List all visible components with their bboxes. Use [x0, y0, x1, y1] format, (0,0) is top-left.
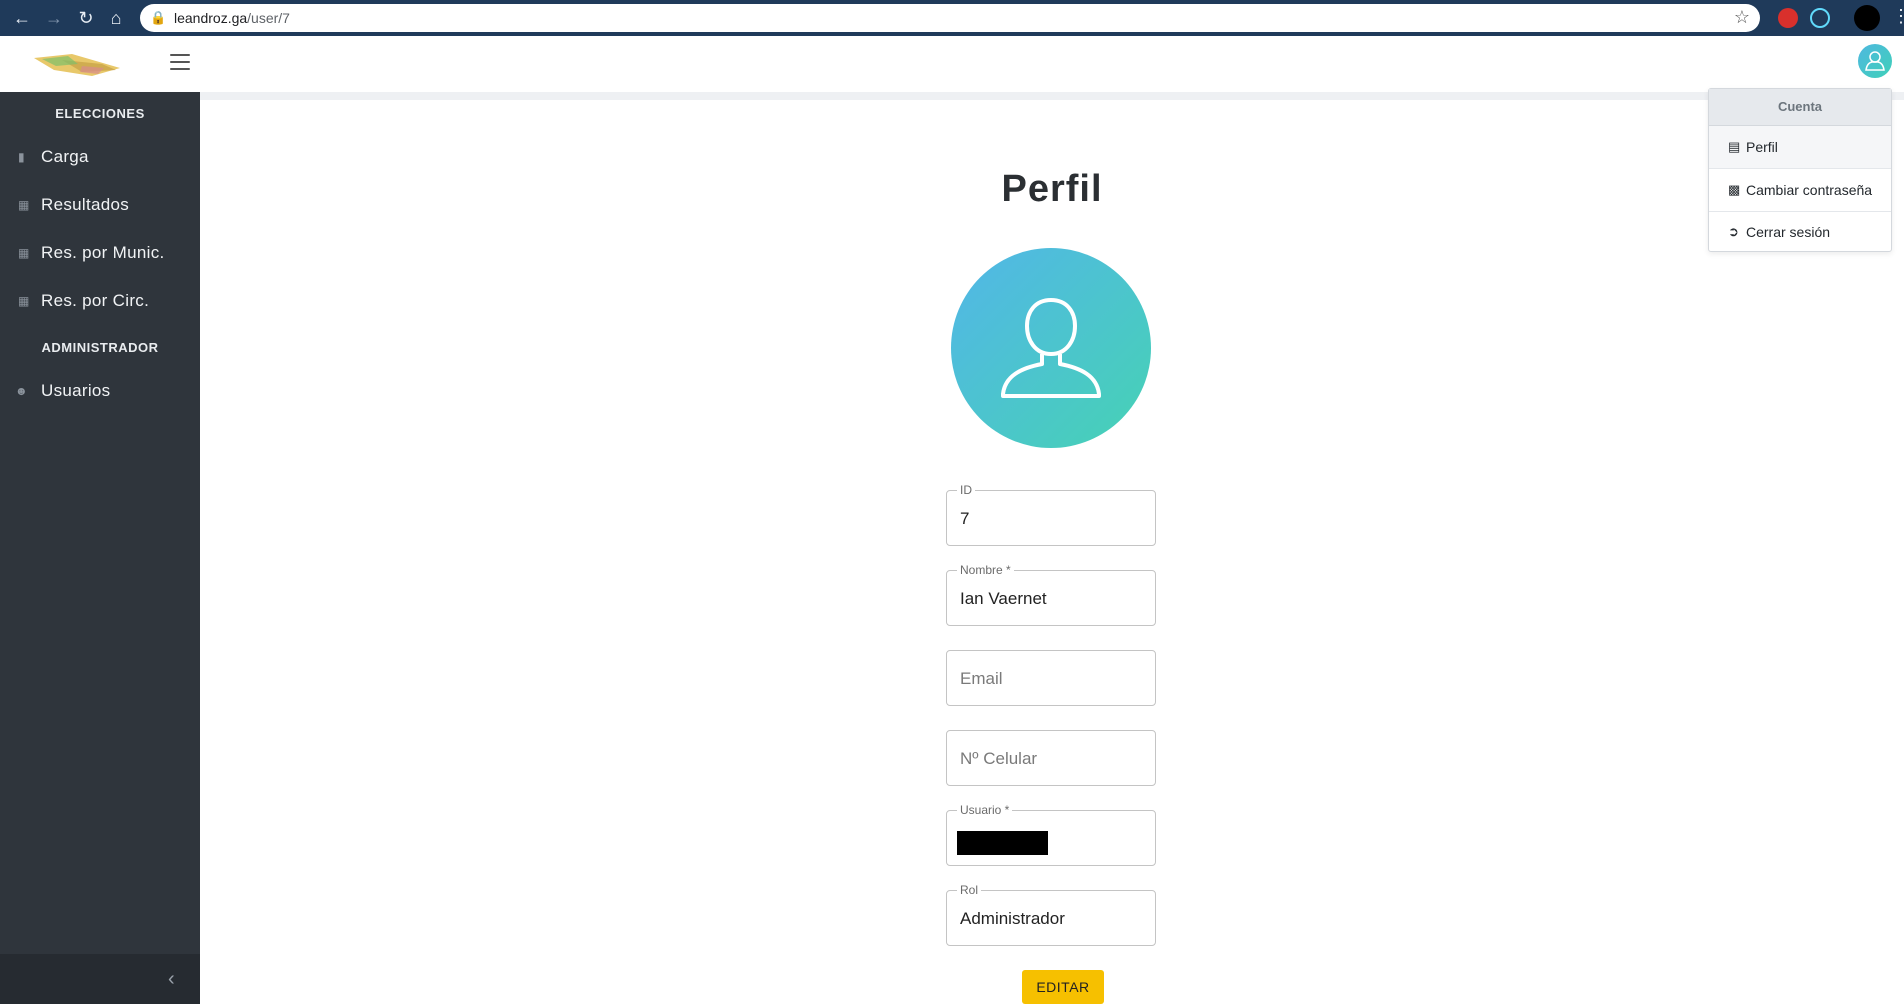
sidebar-item-res-por-munic[interactable]: ▦ Res. por Munic. — [0, 234, 200, 274]
user-icon — [1865, 51, 1885, 71]
usuario-field[interactable]: Usuario * — [946, 803, 1156, 866]
sidebar-item-label: Resultados — [41, 195, 130, 214]
redacted-value — [957, 831, 1048, 855]
reload-icon[interactable]: ↻ — [74, 6, 98, 30]
forward-arrow-icon[interactable]: → — [42, 6, 66, 30]
email-field[interactable]: Email — [946, 650, 1156, 706]
rol-field[interactable]: Rol Administrador — [946, 883, 1156, 946]
url-text: leandroz.ga/user/7 — [174, 10, 290, 26]
sidebar-item-label: Res. por Munic. — [41, 243, 165, 262]
home-icon[interactable]: ⌂ — [104, 6, 128, 30]
url-host: leandroz.ga — [174, 10, 248, 26]
users-icon: ☻ — [15, 384, 28, 398]
sidebar-collapse-bar[interactable]: ‹ — [0, 954, 200, 1004]
sidebar-item-carga[interactable]: ▮ Carga — [0, 138, 200, 178]
chevron-left-icon[interactable]: ‹ — [168, 968, 175, 991]
sidebar-section-administrador: ADMINISTRADOR — [41, 340, 159, 355]
menu-item-label: Perfil — [1746, 139, 1778, 155]
profile-avatar — [951, 248, 1151, 448]
url-path: /user/7 — [247, 10, 290, 26]
menu-item-perfil[interactable]: ▤ Perfil — [1709, 126, 1891, 169]
menu-toggle-icon[interactable] — [170, 54, 190, 70]
browser-profile-avatar[interactable] — [1854, 5, 1880, 31]
sidebar-item-resultados[interactable]: ▦ Resultados — [0, 186, 200, 226]
id-card-icon: ▤ — [1728, 139, 1741, 154]
rol-field-value: Administrador — [960, 909, 1065, 928]
nombre-field-label: Nombre * — [957, 563, 1014, 577]
page-title: Perfil — [1001, 168, 1103, 210]
bar-chart-icon: ▦ — [18, 246, 30, 260]
lock-icon: 🔒 — [150, 10, 167, 25]
account-dropdown-header: Cuenta — [1709, 89, 1891, 126]
back-arrow-icon[interactable]: ← — [10, 6, 34, 30]
browser-toolbar: ← → ↻ ⌂ 🔒 leandroz.ga/user/7 ☆ ⋮ — [0, 0, 1904, 36]
email-field-placeholder: Email — [960, 669, 1003, 688]
user-icon — [1001, 297, 1101, 398]
sidebar-section-elecciones: ELECCIONES — [55, 106, 145, 121]
menu-item-label: Cerrar sesión — [1746, 224, 1831, 240]
sidebar-item-label: Res. por Circ. — [41, 291, 150, 310]
bar-chart-icon: ▦ — [18, 294, 30, 308]
menu-item-cambiar-contrasena[interactable]: ▩ Cambiar contraseña — [1709, 169, 1891, 212]
usuario-field-label: Usuario * — [957, 803, 1013, 817]
browser-menu-icon[interactable]: ⋮ — [1892, 6, 1904, 27]
bar-chart-icon: ▦ — [18, 198, 30, 212]
id-field-value: 7 — [960, 509, 970, 528]
react-devtools-icon[interactable] — [1810, 8, 1830, 28]
address-bar[interactable]: 🔒 leandroz.ga/user/7 ☆ — [140, 4, 1760, 32]
account-avatar-button[interactable] — [1858, 44, 1892, 78]
nombre-field[interactable]: Nombre * Ian Vaernet — [946, 563, 1156, 626]
id-field-label: ID — [957, 483, 975, 497]
sidebar: ELECCIONES ▮ Carga ▦ Resultados ▦ Res. p… — [0, 92, 200, 1004]
file-icon: ▮ — [18, 150, 25, 164]
lock-icon: ▩ — [1728, 182, 1741, 197]
sidebar-item-label: Usuarios — [41, 381, 111, 400]
edit-button[interactable]: EDITAR — [1022, 970, 1104, 1004]
app-header — [0, 36, 1904, 93]
sign-out-icon: ➲ — [1728, 224, 1739, 239]
bookmark-star-icon[interactable]: ☆ — [1734, 7, 1750, 28]
account-dropdown: Cuenta ▤ Perfil ▩ Cambiar contraseña ➲ C… — [1708, 88, 1892, 252]
menu-item-label: Cambiar contraseña — [1746, 182, 1873, 198]
menu-item-cerrar-sesion[interactable]: ➲ Cerrar sesión — [1709, 211, 1891, 253]
app-logo[interactable] — [32, 52, 124, 78]
rol-field-label: Rol — [957, 883, 982, 897]
extension-icon[interactable] — [1778, 8, 1798, 28]
content-top-divider — [200, 92, 1904, 100]
nombre-field-value: Ian Vaernet — [960, 589, 1047, 608]
celular-field-placeholder: Nº Celular — [960, 749, 1038, 768]
sidebar-item-res-por-circ[interactable]: ▦ Res. por Circ. — [0, 282, 200, 322]
sidebar-item-usuarios[interactable]: ☻ Usuarios — [0, 372, 200, 412]
celular-field[interactable]: Nº Celular — [946, 730, 1156, 786]
id-field[interactable]: ID 7 — [946, 483, 1156, 546]
sidebar-item-label: Carga — [41, 147, 89, 166]
